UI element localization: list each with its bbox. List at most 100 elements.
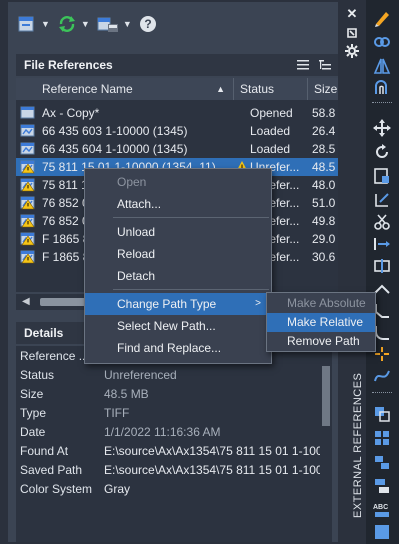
details-label: Type (20, 406, 47, 420)
break-icon[interactable] (372, 256, 392, 276)
details-vertical-scrollbar[interactable] (320, 346, 332, 542)
details-label: Saved Path (20, 463, 83, 477)
extend-icon[interactable] (372, 234, 392, 254)
close-icon[interactable]: ✕ (344, 6, 360, 22)
help-button[interactable]: ? (138, 14, 158, 34)
palette-separator (372, 102, 392, 105)
svg-text:ABC: ABC (373, 504, 388, 511)
file-references-title: File References (24, 58, 113, 72)
change-path-type-submenu: Make Absolute Make Relative Remove Path (266, 292, 376, 352)
details-label: Reference ... (20, 349, 89, 363)
image-warn-icon (20, 250, 35, 264)
rotate-icon[interactable] (372, 142, 392, 162)
image-icon (20, 142, 35, 155)
reference-name-cell: 66 435 603 1-10000 (1345) (42, 124, 188, 138)
refresh-icon (58, 16, 75, 32)
details-row: Color System Gray (16, 480, 326, 499)
chevron-right-icon: > (255, 298, 261, 309)
table-row[interactable]: 66 435 604 1-10000 (1345) Loaded 28.5 M (16, 140, 338, 158)
scroll-left-icon[interactable]: ◀ (22, 296, 30, 307)
column-header-reference-name[interactable]: Reference Name ▲ (16, 78, 234, 100)
menu-item-detach[interactable]: Detach (85, 265, 271, 287)
align-icon[interactable] (372, 476, 392, 496)
panel-toolbar: ▼ ▼ ▼ ? (8, 2, 338, 46)
auto-hide-icon[interactable] (344, 25, 360, 41)
spellcheck-icon[interactable]: ABC (372, 500, 392, 520)
submenu-item-make-relative[interactable]: Make Relative (267, 313, 375, 332)
column-header-size[interactable]: Size (308, 78, 338, 100)
mirror-icon[interactable] (372, 56, 392, 76)
chevron-down-icon: ▼ (80, 19, 90, 29)
copy-objects-icon[interactable] (372, 404, 392, 424)
details-row: Saved Path E:\source\Ax\Ax1354\75 811 15 … (16, 461, 329, 480)
list-view-icon[interactable] (296, 58, 310, 72)
details-value: Unreferenced (104, 368, 177, 382)
menu-item-label: Open (117, 175, 147, 189)
menu-item-select-new-path[interactable]: Select New Path... (85, 315, 271, 337)
image-warn-icon (20, 178, 35, 192)
submenu-item-remove-path[interactable]: Remove Path (267, 332, 375, 351)
menu-item-change-path-type[interactable]: Change Path Type > (85, 293, 271, 315)
reference-name-cell: Ax - Copy* (42, 106, 100, 120)
palette-title-bar: ✕ EXTERNAL REFERENCES (338, 0, 365, 544)
details-value: E:\source\Ax\Ax1354\75 811 15 01 1-1000 (104, 444, 330, 458)
refresh-button[interactable]: ▼ (56, 14, 90, 34)
properties-gear-icon[interactable] (344, 43, 360, 59)
tree-view-icon[interactable] (318, 58, 332, 72)
table-row[interactable]: Ax - Copy* Opened 58.8 K (16, 104, 338, 122)
move-icon[interactable] (372, 118, 392, 138)
size-cell: 29.0 M (312, 232, 338, 246)
menu-item-reload[interactable]: Reload (85, 243, 271, 265)
offset-icon[interactable] (372, 78, 392, 98)
size-cell: 26.4 M (312, 124, 338, 138)
scrollbar-thumb[interactable] (322, 366, 330, 426)
details-label: Size (20, 387, 44, 401)
image-warn-icon (20, 196, 35, 210)
details-value: TIFF (104, 406, 130, 420)
chevron-down-icon: ▼ (41, 19, 50, 29)
menu-item-find-and-replace[interactable]: Find and Replace... (85, 337, 271, 359)
column-label: Reference Name (42, 82, 133, 96)
stretch-icon[interactable] (372, 190, 392, 210)
menu-item-label: Detach (117, 269, 156, 283)
menu-item-open: Open (85, 171, 271, 193)
drawing-icon (20, 106, 35, 119)
column-label: Status (240, 82, 275, 96)
trim-icon[interactable] (372, 212, 392, 232)
help-icon: ? (139, 16, 156, 32)
menu-item-attach[interactable]: Attach... (85, 193, 271, 215)
details-value: 48.5 MB (104, 387, 149, 401)
attach-dwg-icon (18, 16, 34, 32)
table-row[interactable]: 66 435 603 1-10000 (1345) Loaded 26.4 M (16, 122, 338, 140)
details-label: Status (20, 368, 55, 382)
status-cell: Loaded (250, 142, 291, 156)
details-value: 1/1/2022 11:16:36 AM (104, 425, 221, 439)
column-header-status[interactable]: Status (234, 78, 308, 100)
menu-item-label: Find and Replace... (117, 341, 222, 355)
image-warn-icon (20, 160, 35, 174)
pencil-icon[interactable] (372, 8, 392, 28)
table-header: Reference Name ▲ Status Size (16, 78, 338, 100)
image-warn-icon (20, 232, 35, 246)
sort-up-icon: ▲ (216, 84, 225, 94)
size-cell: 48.0 M (312, 178, 338, 192)
link-icon[interactable] (372, 32, 392, 52)
details-row: Type TIFF (16, 404, 326, 423)
group-icon[interactable] (372, 452, 392, 472)
change-path-button[interactable]: ▼ (96, 14, 132, 34)
details-pane: Reference ... Status Unreferenced Size 48.5 … (16, 346, 330, 542)
size-cell: 28.5 M (312, 142, 338, 156)
palette-separator (372, 392, 392, 395)
attach-dwg-button[interactable]: ▼ (16, 14, 50, 34)
spline-icon[interactable] (372, 366, 392, 386)
scale-icon[interactable] (372, 166, 392, 186)
details-title: Details (24, 326, 64, 340)
size-cell: 30.6 M (312, 250, 338, 264)
menu-item-unload[interactable]: Unload (85, 221, 271, 243)
text-style-icon[interactable] (372, 522, 392, 542)
reference-name-cell: 66 435 604 1-10000 (1345) (42, 142, 188, 156)
array-icon[interactable] (372, 428, 392, 448)
details-row: Date 1/1/2022 11:16:36 AM (16, 423, 326, 442)
size-cell: 49.8 M (312, 214, 338, 228)
image-icon (20, 124, 35, 137)
